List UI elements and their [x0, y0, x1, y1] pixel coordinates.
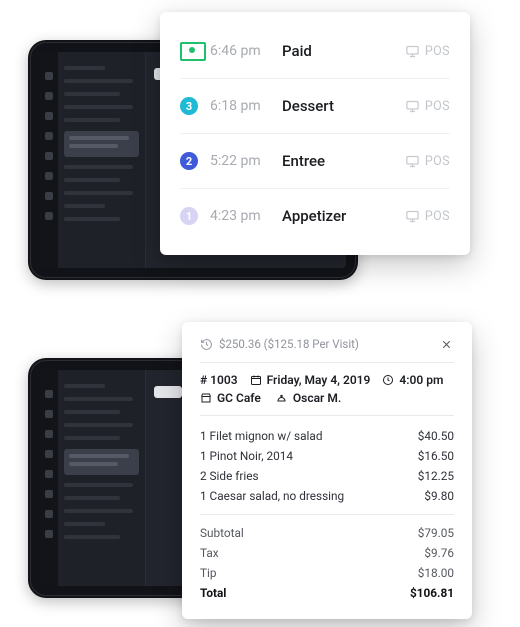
pos-terminal-icon: [405, 44, 420, 59]
order-number: # 1003: [200, 373, 238, 387]
history-icon: [200, 338, 213, 351]
venue: GC Cafe: [200, 391, 261, 405]
event-label: Entree: [282, 152, 405, 170]
pos-terminal-icon: [405, 99, 420, 114]
event-label: Dessert: [282, 97, 405, 115]
event-label: Appetizer: [282, 207, 405, 225]
event-label: Paid: [282, 42, 405, 60]
server-bell-icon: [275, 392, 288, 404]
tablet-list-column: [58, 370, 146, 586]
subtotal-row: Subtotal$79.05: [200, 523, 454, 543]
step-badge-icon: 3: [180, 97, 210, 115]
event-source: POS: [405, 209, 450, 224]
step-badge-icon: 1: [180, 207, 210, 225]
close-button[interactable]: [438, 336, 454, 352]
event-source: POS: [405, 99, 450, 114]
total-row: Total$106.81: [200, 583, 454, 603]
event-row[interactable]: 25:22 pmEntreePOS: [180, 133, 450, 188]
step-badge-icon: 2: [180, 152, 210, 170]
server: Oscar M.: [275, 391, 341, 405]
event-row[interactable]: 6:46 pmPaidPOS: [180, 24, 450, 78]
event-time: 5:22 pm: [210, 153, 282, 169]
event-time: 4:23 pm: [210, 208, 282, 224]
calendar-icon: [250, 374, 262, 386]
event-source: POS: [405, 154, 450, 169]
store-icon: [200, 392, 212, 404]
tablet-list-column: [58, 52, 146, 268]
tax-row: Tax$9.76: [200, 543, 454, 563]
spend-summary: $250.36 ($125.18 Per Visit): [219, 337, 359, 351]
receipt-line-item: 1 Filet mignon w/ salad$40.50: [200, 426, 454, 446]
event-time: 6:18 pm: [210, 98, 282, 114]
event-time: 6:46 pm: [210, 43, 282, 59]
tablet-icon-rail: [40, 370, 58, 586]
pos-terminal-icon: [405, 154, 420, 169]
event-row[interactable]: 14:23 pmAppetizerPOS: [180, 188, 450, 243]
receipt-card: $250.36 ($125.18 Per Visit) # 1003 F: [182, 322, 472, 619]
clock-icon: [382, 374, 394, 386]
tip-row: Tip$18.00: [200, 563, 454, 583]
order-time: 4:00 pm: [382, 373, 443, 387]
event-source: POS: [405, 44, 450, 59]
receipt-line-item: 2 Side fries$12.25: [200, 466, 454, 486]
order-date: Friday, May 4, 2019: [250, 373, 371, 387]
pos-terminal-icon: [405, 209, 420, 224]
cash-icon: [180, 42, 210, 61]
receipt-line-item: 1 Pinot Noir, 2014$16.50: [200, 446, 454, 466]
order-events-card: 6:46 pmPaidPOS36:18 pmDessertPOS25:22 pm…: [160, 12, 470, 255]
tablet-icon-rail: [40, 52, 58, 268]
receipt-line-item: 1 Caesar salad, no dressing$9.80: [200, 486, 454, 506]
event-row[interactable]: 36:18 pmDessertPOS: [180, 78, 450, 133]
